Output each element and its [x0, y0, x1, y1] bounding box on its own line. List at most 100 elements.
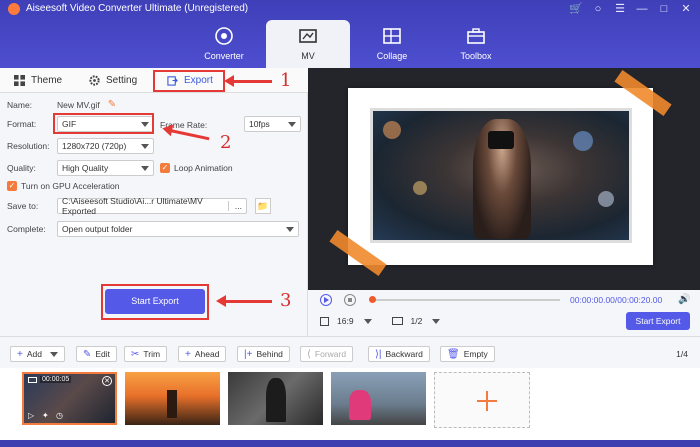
app-header: Aiseesoft Video Converter Ultimate (Unre…: [0, 0, 700, 68]
gpu-checkbox[interactable]: ✓: [7, 181, 17, 191]
clip-thumbnail[interactable]: [331, 372, 426, 425]
tab-toolbox[interactable]: Toolbox: [434, 20, 518, 68]
add-clip-slot[interactable]: [434, 372, 530, 428]
annotation-box-export: [153, 70, 225, 92]
toolbox-icon: [467, 28, 485, 44]
play-clip-icon[interactable]: ▷: [28, 411, 34, 420]
edit-name-icon[interactable]: ✎: [108, 99, 116, 110]
aspect-ratio-value[interactable]: 16:9: [337, 316, 354, 326]
empty-button[interactable]: 🗑 Empty: [440, 346, 495, 362]
complete-label: Complete:: [7, 224, 46, 234]
edit-button[interactable]: ✎ Edit: [76, 346, 118, 362]
folder-icon[interactable]: 📁: [255, 198, 271, 214]
name-row: Name: New MV.gif ✎: [7, 99, 116, 110]
annotation-box-start-export: [101, 284, 209, 320]
subtab-theme[interactable]: Theme: [0, 68, 75, 93]
cart-icon[interactable]: 🛒: [568, 1, 584, 17]
backward-icon: ⟩|: [375, 348, 382, 360]
collage-icon: [383, 28, 401, 44]
ahead-button[interactable]: + Ahead: [178, 346, 227, 362]
complete-select[interactable]: Open output folder: [57, 221, 299, 237]
annotation-number-1: 1: [280, 70, 292, 91]
volume-icon[interactable]: 🔊: [678, 295, 690, 305]
clock-icon[interactable]: ◷: [56, 411, 63, 420]
play-icon[interactable]: [320, 294, 332, 306]
quality-row: Quality: High Quality ✓ Loop Animation: [7, 160, 233, 176]
bokeh-light: [413, 181, 427, 195]
close-icon[interactable]: ✕: [678, 1, 694, 17]
annotation-number-3: 3: [280, 290, 292, 311]
effects-icon[interactable]: ✦: [42, 411, 49, 420]
preview-page[interactable]: 1/2: [411, 316, 423, 326]
video-icon: [28, 377, 37, 383]
plus-icon: +: [185, 348, 191, 360]
annotation-box-format: [53, 113, 154, 134]
mv-icon: [299, 29, 317, 43]
bokeh-light: [598, 191, 614, 207]
frame-rate-select[interactable]: 10fps: [244, 116, 301, 132]
clip-strip: 00:00:05 ✕ ▷ ✦ ◷: [0, 368, 700, 440]
menu-icon[interactable]: ☰: [612, 1, 628, 17]
user-icon[interactable]: ○: [590, 1, 606, 17]
format-label: Format:: [7, 119, 37, 129]
bokeh-light: [383, 121, 401, 139]
trim-button[interactable]: ✂ Trim: [124, 346, 168, 362]
chevron-down-icon[interactable]: [432, 318, 441, 324]
gpu-label: Turn on GPU Acceleration: [21, 181, 120, 191]
app-title: Aiseesoft Video Converter Ultimate (Unre…: [26, 3, 249, 14]
resolution-select[interactable]: 1280x720 (720p): [57, 138, 154, 154]
timeline-knob[interactable]: [369, 296, 376, 303]
backward-button[interactable]: ⟩| Backward: [368, 346, 430, 362]
minimize-icon[interactable]: —: [634, 1, 650, 17]
stop-icon[interactable]: [344, 294, 356, 306]
frame-inner: [370, 108, 632, 243]
main-tabs: Converter MV Collage Toolbox: [182, 20, 518, 68]
chevron-down-icon[interactable]: [363, 318, 372, 324]
grid-icon: [14, 75, 25, 86]
loop-checkbox[interactable]: ✓: [160, 163, 170, 173]
quality-label: Quality:: [7, 163, 36, 173]
forward-button[interactable]: ⟨ Forward: [300, 346, 354, 362]
complete-row: Complete: Open output folder: [7, 221, 299, 237]
chevron-down-icon: [141, 165, 149, 171]
start-export-preview-button[interactable]: Start Export: [626, 312, 690, 330]
bokeh-light: [573, 131, 593, 151]
timeline-slider[interactable]: [369, 296, 560, 303]
forward-icon: ⟨: [307, 348, 311, 360]
aspect-controls: 16:9 1/2: [320, 316, 441, 326]
clip-thumbnail[interactable]: [125, 372, 220, 425]
clip-thumbnail[interactable]: 00:00:05 ✕ ▷ ✦ ◷: [22, 372, 117, 425]
plus-icon: +: [17, 348, 23, 360]
quality-select[interactable]: High Quality: [57, 160, 154, 176]
clip-thumbnail[interactable]: [228, 372, 323, 425]
window-controls: 🛒 ○ ☰ — □ ✕: [568, 1, 694, 17]
edit-icon: ✎: [83, 348, 92, 360]
add-button[interactable]: + Add: [10, 346, 65, 362]
camera-icon: [488, 131, 514, 149]
save-row: Save to: C:\Aiseesoft Studio\Ai...r Ulti…: [7, 196, 271, 216]
clip-strip-scrollbar[interactable]: [0, 440, 700, 447]
subtab-setting[interactable]: Setting: [75, 68, 155, 93]
aspect-ratio-icon: [320, 316, 329, 326]
name-value: New MV.gif: [57, 99, 100, 110]
loop-label: Loop Animation: [174, 163, 233, 173]
gpu-row: ✓ Turn on GPU Acceleration: [7, 181, 119, 191]
resolution-row: Resolution: 1280x720 (720p): [7, 138, 154, 154]
monitor-icon: [391, 317, 403, 325]
save-path-field[interactable]: C:\Aiseesoft Studio\Ai...r Ultimate\MV E…: [57, 196, 247, 216]
tab-mv[interactable]: MV: [266, 20, 350, 68]
tab-collage[interactable]: Collage: [350, 20, 434, 68]
tab-converter[interactable]: Converter: [182, 20, 266, 68]
photo-frame: [348, 88, 653, 265]
behind-button[interactable]: |+ Behind: [237, 346, 290, 362]
sunset-silhouette: [167, 390, 177, 418]
app-logo-icon: [8, 3, 20, 15]
save-label: Save to:: [7, 201, 39, 211]
plus-bar-icon: |+: [244, 348, 253, 360]
maximize-icon[interactable]: □: [656, 1, 672, 17]
chevron-down-icon: [49, 351, 58, 357]
browse-more-button[interactable]: ...: [227, 201, 242, 211]
chevron-down-icon: [286, 226, 294, 232]
remove-clip-icon[interactable]: ✕: [102, 376, 112, 386]
mv-preview: [308, 68, 700, 290]
